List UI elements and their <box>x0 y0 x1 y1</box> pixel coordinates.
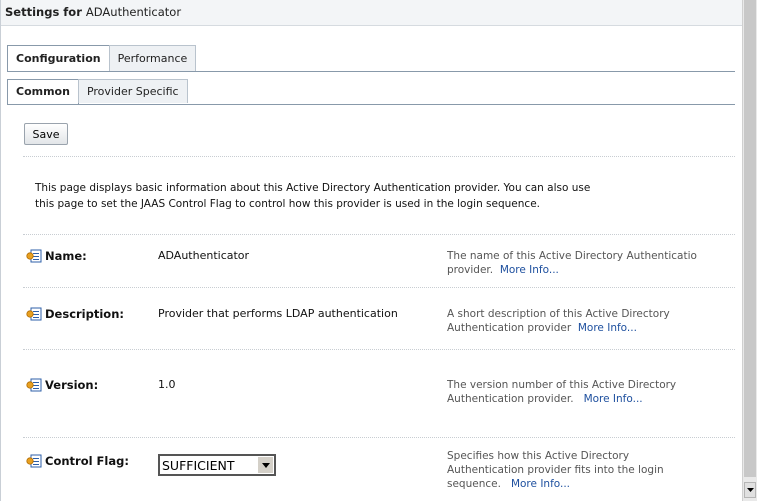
help-line: provider. <box>447 264 494 276</box>
more-info-link[interactable]: More Info... <box>584 393 643 405</box>
help-line: A short description of this Active Direc… <box>447 308 670 320</box>
vertical-scrollbar[interactable] <box>742 0 757 501</box>
field-info-icon[interactable] <box>26 307 42 321</box>
secondary-tabs: Common Provider Specific <box>7 79 188 104</box>
more-info-link[interactable]: More Info... <box>578 322 637 334</box>
field-label-text: Control Flag: <box>45 454 129 468</box>
field-value-version: 1.0 <box>158 378 176 391</box>
field-label-description: Description: <box>26 307 124 321</box>
chevron-down-icon[interactable] <box>257 457 273 473</box>
field-help-control-flag: Specifies how this Active Directory Auth… <box>447 449 727 491</box>
help-line: The name of this Active Directory Authen… <box>447 250 697 262</box>
divider <box>23 156 735 157</box>
control-flag-selected-value: SUFFICIENT <box>162 457 235 473</box>
control-flag-select[interactable]: SUFFICIENT <box>158 454 276 476</box>
field-help-version: The version number of this Active Direct… <box>447 378 727 406</box>
field-info-icon[interactable] <box>26 454 42 468</box>
field-label-name: Name: <box>26 249 87 263</box>
tab-provider-specific[interactable]: Provider Specific <box>77 79 188 103</box>
primary-tabs: Configuration Performance <box>7 45 197 72</box>
field-info-icon[interactable] <box>26 249 42 263</box>
more-info-link[interactable]: More Info... <box>511 478 570 490</box>
save-button[interactable]: Save <box>24 123 68 145</box>
field-info-icon[interactable] <box>26 378 42 392</box>
divider <box>23 287 735 288</box>
tab-configuration[interactable]: Configuration <box>7 45 110 72</box>
more-info-link[interactable]: More Info... <box>500 264 559 276</box>
primary-tabs-divider <box>7 71 735 72</box>
help-line: The version number of this Active Direct… <box>447 379 677 391</box>
intro-line-2: this page to set the JAAS Control Flag t… <box>35 198 540 210</box>
intro-line-1: This page displays basic information abo… <box>35 182 591 194</box>
field-label-text: Name: <box>45 249 87 263</box>
help-line: Authentication provider <box>447 322 572 334</box>
field-help-name: The name of this Active Directory Authen… <box>447 249 727 277</box>
settings-title-prefix: Settings for <box>5 5 82 19</box>
tab-performance[interactable]: Performance <box>108 45 197 71</box>
field-label-control-flag: Control Flag: <box>26 454 129 468</box>
scroll-down-arrow-icon[interactable] <box>744 482 756 498</box>
divider <box>23 437 735 438</box>
settings-title-name: ADAuthenticator <box>85 5 182 19</box>
field-label-text: Version: <box>45 378 99 392</box>
field-value-description: Provider that performs LDAP authenticati… <box>158 307 398 320</box>
settings-panel: Settings for ADAuthenticator Configurati… <box>0 0 742 501</box>
field-value-name: ADAuthenticator <box>158 249 250 262</box>
settings-title: Settings for ADAuthenticator <box>1 0 742 26</box>
field-label-text: Description: <box>45 307 124 321</box>
scrollbar-thumb[interactable] <box>744 0 756 477</box>
field-help-description: A short description of this Active Direc… <box>447 307 727 335</box>
field-label-version: Version: <box>26 378 98 392</box>
secondary-tabs-divider <box>7 104 735 105</box>
help-line: sequence. <box>447 478 501 490</box>
help-line: Specifies how this Active Directory <box>447 450 630 462</box>
help-line: Authentication provider. <box>447 393 574 405</box>
divider <box>23 349 735 350</box>
divider <box>23 234 735 235</box>
tab-common[interactable]: Common <box>7 79 79 104</box>
intro-text: This page displays basic information abo… <box>35 180 715 212</box>
help-line: Authentication provider fits into the lo… <box>447 464 664 476</box>
